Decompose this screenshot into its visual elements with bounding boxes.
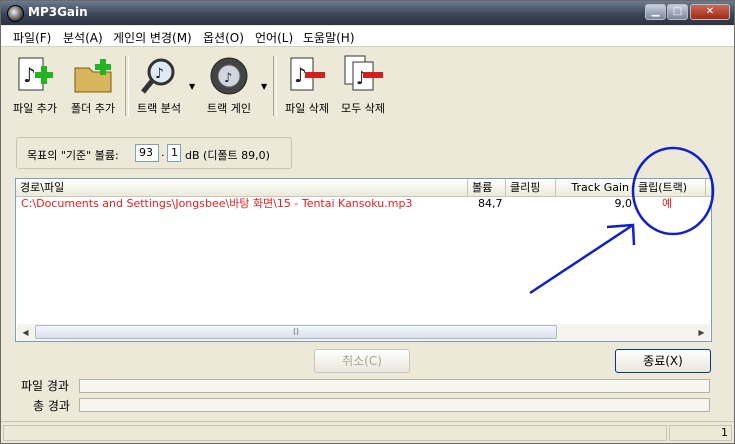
add-file-label: 파일 추가 (13, 102, 57, 115)
mp3gain-app-icon (7, 5, 24, 22)
delete-file-icon: ♪ (285, 54, 329, 98)
row-volume: 84,7 (478, 197, 503, 210)
title-bar[interactable]: MP3Gain ▁ □ ✕ (1, 1, 734, 25)
add-file-icon: ♪ (13, 54, 57, 98)
track-gain-label: 트랙 게인 (207, 102, 251, 115)
window-title: MP3Gain (28, 5, 88, 19)
analysis-dropdown-icon[interactable]: ▼ (189, 82, 195, 91)
delete-all-label: 모두 삭제 (341, 102, 385, 115)
column-volume[interactable]: 볼륨 (468, 179, 506, 196)
target-volume-decimal-input[interactable]: 1 (167, 144, 181, 162)
target-volume-integer-input[interactable]: 93 (135, 144, 159, 162)
close-button[interactable]: ✕ (690, 4, 730, 20)
add-folder-button[interactable]: 폴더 추가 (63, 54, 123, 116)
horizontal-scrollbar[interactable]: ◀ ⟨⟩ ▶ (17, 324, 710, 341)
file-progress-label: 파일 경과 (21, 379, 69, 393)
delete-file-button[interactable]: ♪ 파일 삭제 (279, 54, 335, 116)
menu-file[interactable]: 파일(F) (13, 29, 51, 46)
toolbar: ♪ 파일 추가 폴더 추가 ♪ 트랙 분석 ▼ ♪ 트랙 게인 ▼ ♪ 파일 삭… (1, 48, 734, 118)
column-clip-track[interactable]: 클립(트랙) (634, 179, 706, 196)
menu-options[interactable]: 옵션(O) (203, 29, 244, 46)
menu-help[interactable]: 도움말(H) (303, 29, 355, 46)
add-file-button[interactable]: ♪ 파일 추가 (7, 54, 63, 116)
status-message-pane (3, 425, 667, 441)
menu-analysis[interactable]: 분석(A) (63, 29, 103, 46)
file-list-header: 경로\파일 볼륨 클리핑 Track Gain 클립(트랙) (16, 179, 711, 197)
column-track-gain[interactable]: Track Gain (556, 179, 634, 196)
delete-all-icon: ♪ (341, 54, 385, 98)
menu-change-gain[interactable]: 게인의 변경(M) (113, 29, 192, 46)
row-track-gain: 9,0 (614, 197, 633, 210)
gain-knob-icon: ♪ (207, 54, 251, 98)
scrollbar-thumb[interactable]: ⟨⟩ (35, 325, 557, 339)
column-clipping[interactable]: 클리핑 (506, 179, 556, 196)
svg-text:♪: ♪ (294, 63, 307, 87)
row-clip-track: 예 (662, 197, 673, 210)
svg-text:♪: ♪ (155, 66, 164, 82)
minimize-button[interactable]: ▁ (645, 4, 666, 20)
magnifier-icon: ♪ (137, 54, 181, 98)
app-window: MP3Gain ▁ □ ✕ 파일(F) 분석(A) 게인의 변경(M) 옵션(O… (0, 0, 735, 444)
scroll-right-arrow-icon[interactable]: ▶ (693, 324, 710, 341)
track-gain-button[interactable]: ♪ 트랙 게인 (199, 54, 259, 116)
menu-language[interactable]: 언어(L) (255, 29, 293, 46)
track-analysis-label: 트랙 분석 (137, 102, 181, 115)
decimal-point: . (161, 146, 165, 159)
status-bar: 1 (1, 421, 734, 443)
svg-text:♪: ♪ (23, 63, 36, 87)
svg-text:♪: ♪ (224, 71, 232, 86)
exit-button[interactable]: 종료(X) (615, 349, 711, 373)
toolbar-separator (273, 56, 277, 116)
row-path: C:\Documents and Settings\Jongsbee\바탕 화면… (21, 197, 413, 210)
add-folder-label: 폴더 추가 (71, 102, 115, 115)
file-list[interactable]: 경로\파일 볼륨 클리핑 Track Gain 클립(트랙) C:\Docume… (15, 178, 712, 342)
target-volume-group: 목표의 "기준" 볼륨: 93 . 1 dB (디폴트 89,0) (16, 137, 292, 169)
target-volume-unit-text: dB (디폴트 89,0) (185, 149, 270, 162)
column-path-file[interactable]: 경로\파일 (16, 179, 468, 196)
maximize-button[interactable]: □ (667, 4, 688, 20)
target-volume-label: 목표의 "기준" 볼륨: (27, 149, 119, 162)
total-progress-label: 총 경과 (33, 399, 70, 413)
total-progress-bar (79, 398, 710, 412)
table-row[interactable]: C:\Documents and Settings\Jongsbee\바탕 화면… (16, 196, 711, 211)
cancel-button[interactable]: 취소(C) (314, 349, 410, 373)
gain-dropdown-icon[interactable]: ▼ (261, 82, 267, 91)
status-file-count: 1 (669, 425, 732, 441)
track-analysis-button[interactable]: ♪ 트랙 분석 (129, 54, 189, 116)
delete-file-label: 파일 삭제 (285, 102, 329, 115)
file-progress-bar (79, 379, 710, 393)
svg-text:♪: ♪ (356, 68, 368, 89)
add-folder-icon (71, 54, 115, 98)
menu-bar: 파일(F) 분석(A) 게인의 변경(M) 옵션(O) 언어(L) 도움말(H) (1, 26, 734, 47)
scroll-left-arrow-icon[interactable]: ◀ (17, 324, 34, 341)
delete-all-button[interactable]: ♪ 모두 삭제 (335, 54, 391, 116)
